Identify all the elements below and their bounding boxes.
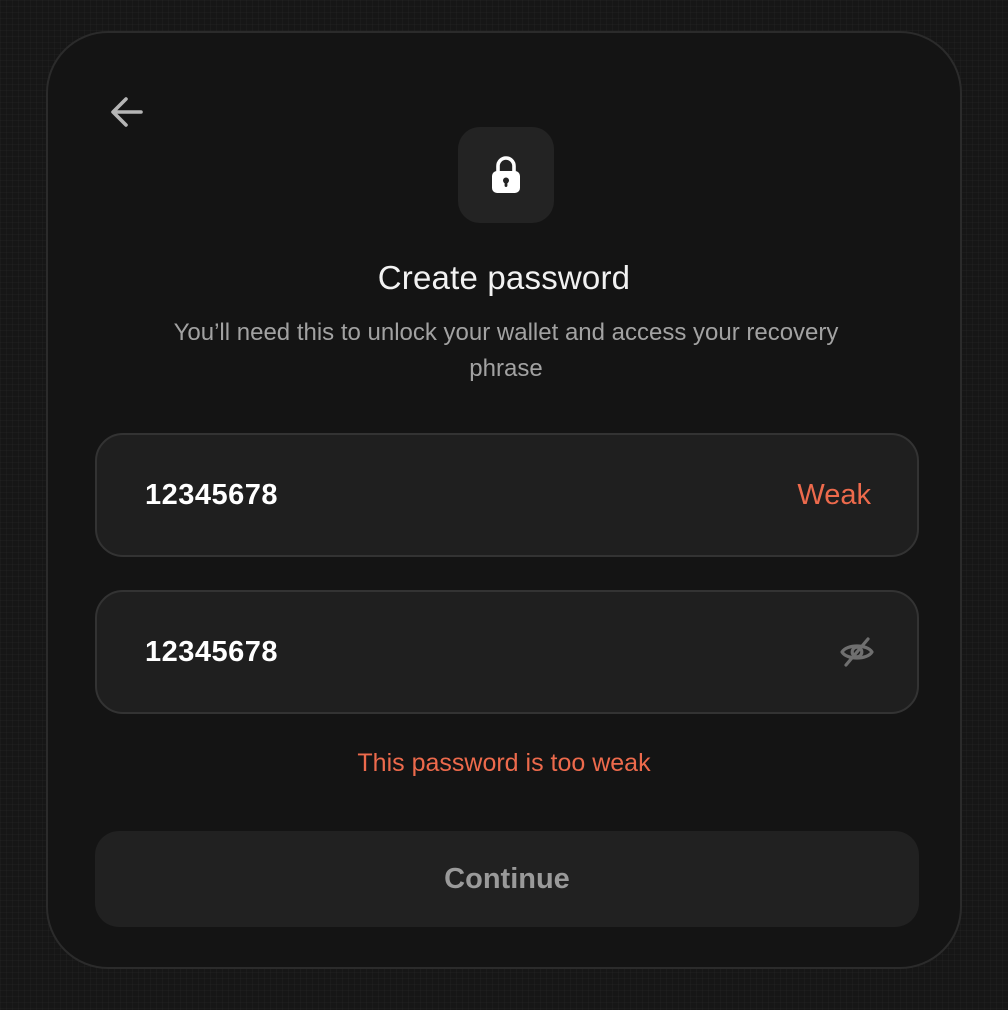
page-title: Create password [377,259,631,296]
page-subtitle: You’ll need this to unlock your wallet a… [173,319,839,382]
arrow-left-icon [111,97,143,127]
lock-icon-tile [458,127,554,223]
toggle-visibility-button[interactable] [837,632,877,672]
continue-button[interactable]: Continue [95,831,919,927]
password-value: 12345678 [145,478,279,511]
confirm-password-value: 12345678 [145,635,279,668]
lock-icon [492,156,520,193]
error-message: This password is too weak [357,749,651,777]
eye-off-icon [840,637,874,667]
confirm-password-input[interactable]: 12345678 [95,590,919,714]
back-button[interactable] [100,85,154,139]
create-password-card: Create password You’ll need this to unlo… [46,31,962,969]
password-input[interactable]: 12345678 Weak [95,433,919,557]
password-strength-label: Weak [797,478,871,511]
